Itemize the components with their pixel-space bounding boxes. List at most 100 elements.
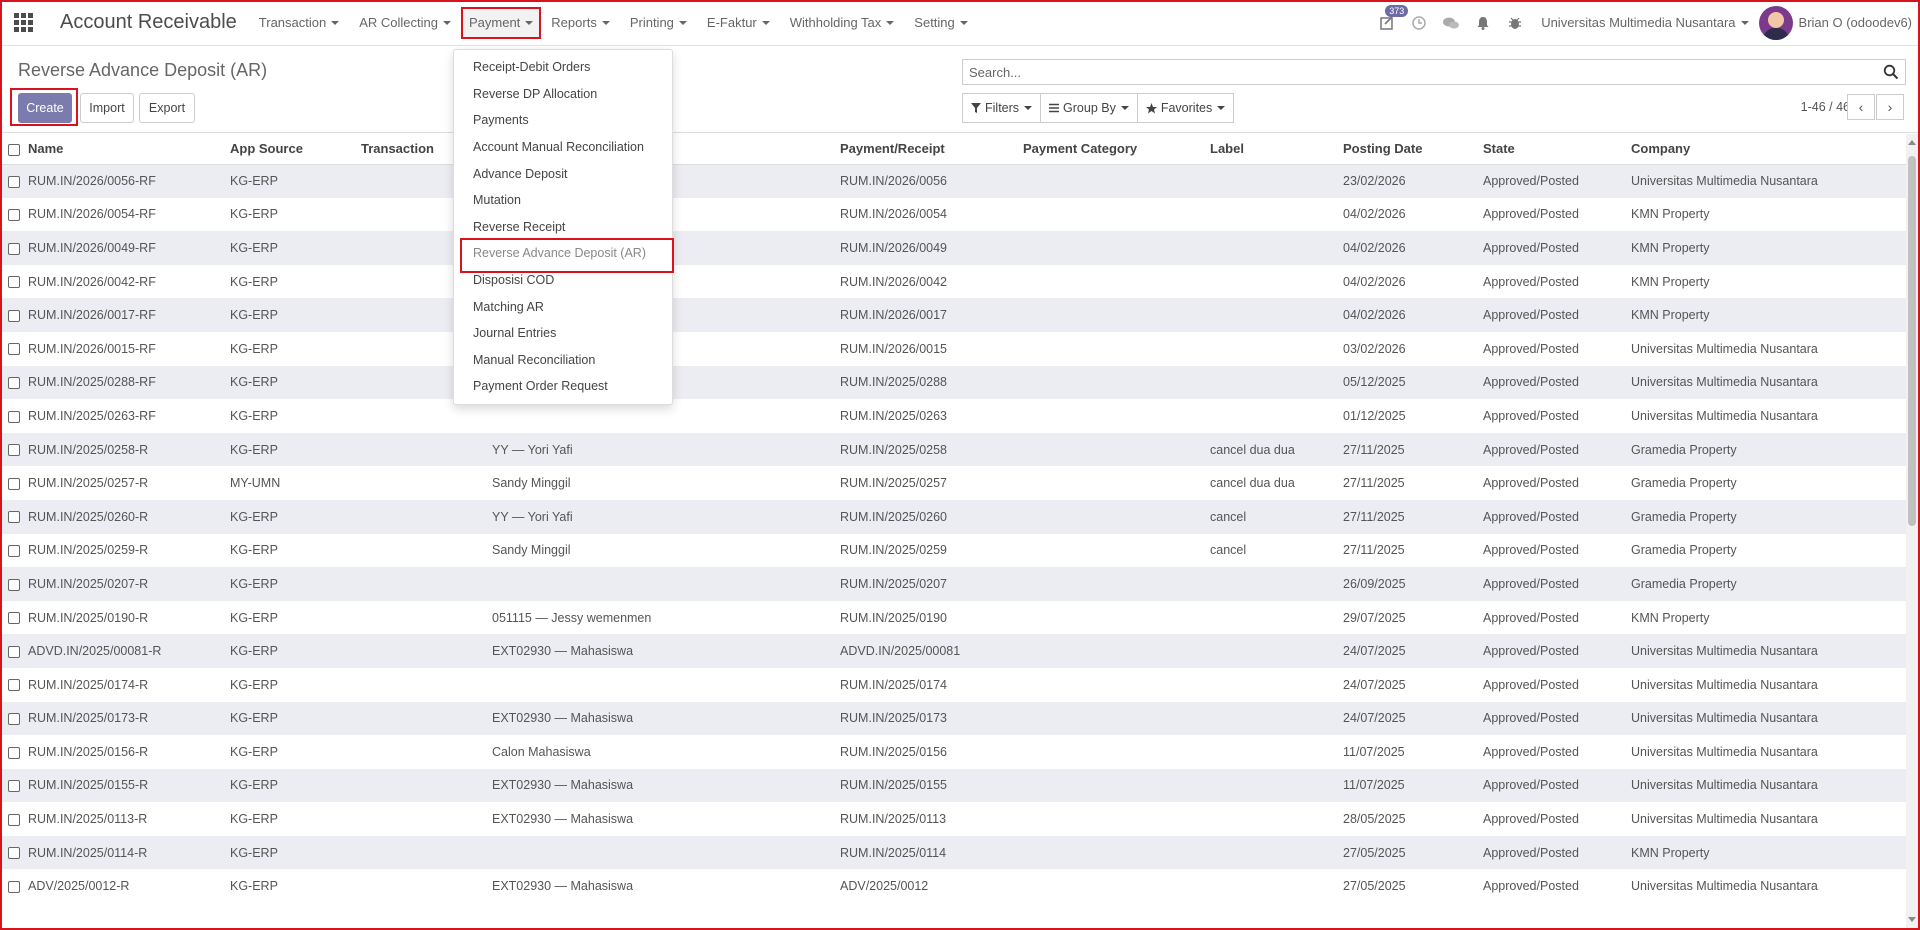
menu-withholding-tax[interactable]: Withholding Tax — [780, 0, 905, 46]
import-button[interactable]: Import — [80, 93, 134, 123]
table-row[interactable]: RUM.IN/2025/0114-R KG-ERP RUM.IN/2025/0114… — [0, 835, 1906, 870]
table-row[interactable]: RUM.IN/2025/0257-R MY-UMN Sandy Minggil RUM… — [0, 466, 1906, 500]
column-header-app-source[interactable]: App Source — [230, 134, 361, 165]
dropdown-item-reverse-dp-allocation[interactable]: Reverse DP Allocation — [454, 81, 672, 108]
table-row[interactable]: RUM.IN/2025/0173-R KG-ERP EXT02930 — Mahas… — [0, 701, 1906, 736]
export-button[interactable]: Export — [139, 93, 195, 123]
column-header-posting-date[interactable]: Posting Date — [1343, 134, 1483, 165]
column-header-payment-category[interactable]: Payment Category — [1023, 134, 1210, 165]
dropdown-item-disposisi-cod[interactable]: Disposisi COD — [454, 267, 672, 294]
scrollbar-thumb[interactable] — [1908, 156, 1916, 526]
menu-ar-collecting[interactable]: AR Collecting — [349, 0, 461, 46]
menu-e-faktur[interactable]: E-Faktur — [697, 0, 780, 46]
favorites-button[interactable]: Favorites — [1136, 93, 1235, 123]
group-by-button[interactable]: Group By — [1040, 93, 1138, 123]
filters-button[interactable]: Filters — [962, 93, 1042, 123]
row-checkbox[interactable] — [0, 533, 28, 568]
table-row[interactable]: RUM.IN/2025/0155-R KG-ERP EXT02930 — Mahas… — [0, 768, 1906, 803]
company-switcher[interactable]: Universitas Multimedia Nusantara — [1531, 15, 1758, 30]
row-checkbox[interactable] — [0, 634, 28, 668]
row-checkbox[interactable] — [0, 802, 28, 836]
row-checkbox[interactable] — [0, 600, 28, 635]
pager-value[interactable]: 1-46 / 46 — [1801, 100, 1850, 114]
row-checkbox[interactable] — [0, 231, 28, 265]
menu-setting[interactable]: Setting — [904, 0, 977, 46]
vertical-scrollbar[interactable] — [1906, 134, 1918, 928]
row-checkbox[interactable] — [0, 399, 28, 433]
pager-next-button[interactable]: › — [1876, 94, 1904, 120]
row-checkbox[interactable] — [0, 567, 28, 601]
activity-icon[interactable]: 373 — [1371, 0, 1409, 46]
row-checkbox[interactable] — [0, 365, 28, 400]
search-bar[interactable]: Search... — [962, 59, 1906, 85]
column-header-payment-receipt[interactable]: Payment/Receipt — [840, 134, 1023, 165]
dropdown-item-journal-entries[interactable]: Journal Entries — [454, 320, 672, 347]
menu-reports[interactable]: Reports — [541, 0, 620, 46]
row-checkbox[interactable] — [0, 835, 28, 870]
cell-posting-date: 05/12/2025 — [1343, 365, 1483, 400]
table-row[interactable]: ADVD.IN/2025/00081-R KG-ERP EXT02930 — Mah… — [0, 634, 1906, 668]
dropdown-item-account-manual-reconciliation[interactable]: Account Manual Reconciliation — [454, 134, 672, 161]
row-checkbox[interactable] — [0, 499, 28, 534]
dropdown-item-matching-ar[interactable]: Matching AR — [454, 293, 672, 320]
dropdown-item-manual-reconciliation[interactable]: Manual Reconciliation — [454, 347, 672, 374]
table-row[interactable]: RUM.IN/2025/0260-R KG-ERP YY — Yori Yafi RU… — [0, 499, 1906, 534]
table-row[interactable]: RUM.IN/2026/0042-RF KG-ERP RUM.IN/2026/004… — [0, 264, 1906, 299]
row-checkbox[interactable] — [0, 432, 28, 467]
row-checkbox[interactable] — [0, 264, 28, 299]
search-icon[interactable] — [1883, 64, 1899, 80]
clock-icon[interactable] — [1403, 0, 1435, 46]
menu-payment[interactable]: Payment — [460, 6, 542, 39]
table-row[interactable]: RUM.IN/2025/0207-R KG-ERP RUM.IN/2025/0207… — [0, 567, 1906, 601]
row-checkbox[interactable] — [0, 869, 28, 904]
row-checkbox[interactable] — [0, 768, 28, 803]
table-row[interactable]: RUM.IN/2025/0113-R KG-ERP EXT02930 — Mahas… — [0, 802, 1906, 836]
scroll-up-arrow-icon[interactable] — [1908, 140, 1916, 145]
table-row[interactable]: RUM.IN/2026/0017-RF KG-ERP RUM.IN/2026/001… — [0, 298, 1906, 332]
dropdown-item-payments[interactable]: Payments — [454, 107, 672, 134]
row-checkbox[interactable] — [0, 466, 28, 500]
menu-printing[interactable]: Printing — [620, 0, 697, 46]
table-row[interactable]: RUM.IN/2025/0263-RF KG-ERP RUM.IN/2025/026… — [0, 399, 1906, 433]
select-all-checkbox[interactable] — [0, 134, 28, 165]
row-checkbox[interactable] — [0, 298, 28, 332]
dropdown-item-advance-deposit[interactable]: Advance Deposit — [454, 160, 672, 187]
table-row[interactable]: RUM.IN/2025/0259-R KG-ERP Sandy Minggil RUM… — [0, 533, 1906, 568]
row-checkbox[interactable] — [0, 701, 28, 736]
dropdown-item-reverse-advance-deposit-ar[interactable]: Reverse Advance Deposit (AR) — [454, 238, 674, 273]
table-row[interactable]: RUM.IN/2026/0049-RFKG-ERPEpifanaRUM.IN/2… — [0, 231, 1906, 265]
column-header-company[interactable]: Company — [1631, 134, 1906, 165]
scroll-down-arrow-icon[interactable] — [1908, 917, 1916, 922]
bell-icon[interactable] — [1467, 0, 1499, 46]
apps-menu-icon[interactable] — [0, 0, 46, 46]
chat-icon[interactable] — [1435, 0, 1467, 46]
table-row[interactable]: RUM.IN/2025/0258-R KG-ERP YY — Yori Yafi RU… — [0, 432, 1906, 467]
row-checkbox[interactable] — [0, 735, 28, 769]
debug-bug-icon[interactable] — [1499, 0, 1531, 46]
table-row[interactable]: RUM.IN/2025/0174-R KG-ERP RUM.IN/2025/0174… — [0, 667, 1906, 702]
table-row[interactable]: RUM.IN/2025/0156-R KG-ERP Calon Mahasiswa R… — [0, 735, 1906, 769]
pager-previous-button[interactable]: ‹ — [1847, 94, 1875, 120]
user-menu[interactable]: Brian O (odoodev6) — [1758, 5, 1920, 40]
table-row[interactable]: RUM.IN/2026/0054-RFKG-ERPEpifanaRUM.IN/2… — [0, 197, 1906, 232]
row-checkbox[interactable] — [0, 197, 28, 232]
dropdown-item-receipt-debit-orders[interactable]: Receipt-Debit Orders — [454, 54, 672, 81]
table-row[interactable]: ADV/2025/0012-R KG-ERP EXT02930 — Mahasisw… — [0, 869, 1906, 904]
row-checkbox[interactable] — [0, 667, 28, 702]
table-row[interactable]: RUM.IN/2026/0056-RF KG-ERP RUM.IN/2026/005… — [0, 164, 1906, 198]
cell-label — [1210, 264, 1343, 299]
table-row[interactable]: RUM.IN/2025/0288-RF KG-ERP RUM.IN/2025/028… — [0, 365, 1906, 400]
row-checkbox[interactable] — [0, 331, 28, 366]
dropdown-item-mutation[interactable]: Mutation — [454, 187, 672, 214]
column-header-label[interactable]: Label — [1210, 134, 1343, 165]
table-row[interactable]: RUM.IN/2025/0190-R KG-ERP 051115 — Jessy w… — [0, 600, 1906, 635]
row-checkbox[interactable] — [0, 164, 28, 198]
table-row[interactable]: RUM.IN/2026/0015-RF KG-ERP RUM.IN/2026/001… — [0, 331, 1906, 366]
menu-transaction[interactable]: Transaction — [249, 0, 349, 46]
dropdown-item-payment-order-request[interactable]: Payment Order Request — [454, 373, 672, 400]
column-header-name[interactable]: Name — [28, 134, 230, 165]
cell-payment-receipt: RUM.IN/2026/0015 — [840, 331, 1023, 366]
search-input[interactable]: Search... — [969, 65, 1021, 80]
dropdown-item-reverse-receipt[interactable]: Reverse Receipt — [454, 214, 672, 241]
column-header-state[interactable]: State — [1483, 134, 1631, 165]
